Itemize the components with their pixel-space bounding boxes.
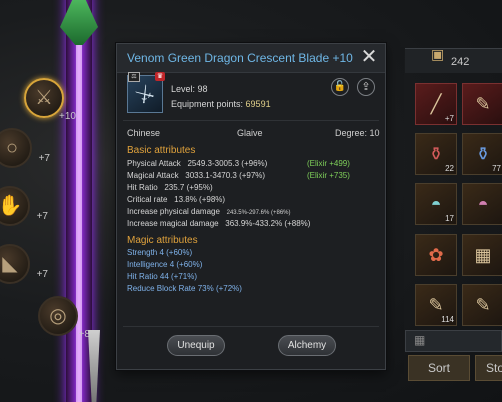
divider (123, 120, 379, 121)
inventory-cell[interactable]: ✎ (462, 284, 502, 326)
helmet-icon: ◓ (477, 193, 489, 214)
divider (123, 326, 379, 327)
boot-icon: ◣ (2, 253, 18, 275)
inventory-cell[interactable]: ⚱ 22 (415, 133, 457, 175)
attr-value: 243.5%-297.6% (+86%) (226, 210, 291, 216)
bag-icon: ▣ (431, 46, 445, 62)
attr-critical-rate: Critical rate 13.8% (+98%) (127, 195, 225, 204)
equipment-slot-glove[interactable]: ✋ +7 (0, 186, 48, 226)
scroll-icon: ✎ (428, 294, 444, 315)
inventory-cell[interactable]: ✎ (462, 83, 502, 125)
lock-icon[interactable]: 🔓 (331, 78, 349, 96)
inventory-cell[interactable]: ◓ (462, 183, 502, 225)
item-type: Glaive (237, 128, 263, 138)
attr-label: Physical Attack (127, 159, 181, 168)
attr-label: Magical Attack (127, 171, 179, 180)
cell-count: 17 (445, 214, 454, 223)
item-degree: Degree: 10 (335, 128, 380, 138)
item-race: Chinese (127, 128, 161, 138)
attr-value: 363.9%-433.2% (+88%) (225, 219, 311, 228)
sort-button[interactable]: Sort (408, 355, 470, 381)
attr-value: 2549.3-3005.3 (+96%) (187, 159, 268, 168)
attr-label: Increase magical damage (127, 219, 219, 228)
scroll-icon: ✎ (475, 93, 491, 114)
elixir-magical: (Elixir +735) (307, 171, 350, 180)
inventory-count: 242 (451, 56, 470, 68)
magic-attributes-title: Magic attributes (127, 235, 198, 246)
close-icon[interactable]: ✕ (359, 47, 379, 67)
magic-attr-reduce-block-rate: Reduce Block Rate 73% (+72%) (127, 284, 242, 293)
glaive-core (76, 0, 82, 402)
equipment-points-value: 69591 (245, 99, 271, 109)
equipment-slot-ring2[interactable]: ◎ +8 (38, 296, 90, 340)
dialog-title: Venom Green Dragon Crescent Blade +10 (127, 51, 353, 65)
equipment-slot-ring[interactable]: ○ +7 (0, 128, 50, 168)
alchemy-button[interactable]: Alchemy (278, 335, 336, 356)
spear-icon: ╱ (430, 93, 442, 114)
helmet-icon: ◓ (430, 193, 442, 214)
lotus-icon: ✿ (428, 244, 444, 265)
equipment-slot-weapon[interactable]: ⚔ +10 (24, 78, 76, 122)
inventory-cell[interactable]: ✎ 114 (415, 284, 457, 326)
ring-icon: ◎ (49, 305, 67, 327)
attr-value: 3033.1-3470.3 (+97%) (185, 171, 266, 180)
item-detail-dialog: Venom Green Dragon Crescent Blade +10 ✕ … (116, 43, 386, 370)
inventory-cell[interactable]: ╱ +7 (415, 83, 457, 125)
attr-increase-magical-damage: Increase magical damage 363.9%-433.2% (+… (127, 219, 310, 228)
attr-magical-attack: Magical Attack 3033.1-3470.3 (+97%) (127, 171, 265, 180)
magic-attr-strength: Strength 4 (+60%) (127, 248, 193, 257)
equipment-points: Equipment points: 69591 (171, 99, 271, 109)
potion-icon: ⚱ (475, 143, 491, 164)
slot-level: +7 (38, 153, 50, 164)
inventory-cell[interactable]: ▦ (462, 234, 502, 276)
attr-physical-attack: Physical Attack 2549.3-3005.3 (+96%) (127, 159, 267, 168)
box-icon: ▦ (474, 244, 492, 265)
attr-hit-ratio: Hit Ratio 235.7 (+95%) (127, 183, 213, 192)
ring-icon: ○ (5, 137, 19, 159)
glaive-icon: ⚔ (131, 80, 159, 109)
basic-attributes-title: Basic attributes (127, 145, 196, 156)
scroll-icon: ✎ (475, 294, 491, 315)
cell-count: 22 (445, 164, 454, 173)
equipment-slot-boot[interactable]: ◣ +7 (0, 244, 48, 284)
inventory-cell[interactable]: ✿ (415, 234, 457, 276)
sword-icon: ⚔ (35, 87, 53, 109)
equipment-points-label: Equipment points: (171, 99, 246, 109)
game-scene: ⚔ +10 ○ +7 ✋ +7 ◣ +7 ◎ +8 ▣ 242 ╱ +7 ✎ ⚱… (0, 0, 502, 402)
attr-label: Critical rate (127, 195, 168, 204)
magic-attr-hit-ratio: Hit Ratio 44 (+71%) (127, 272, 198, 281)
magic-attr-intelligence: Intelligence 4 (+60%) (127, 260, 203, 269)
attr-label: Hit Ratio (127, 183, 158, 192)
dialog-header: Venom Green Dragon Crescent Blade +10 ✕ (117, 44, 385, 73)
cell-count: 77 (492, 164, 501, 173)
slot-level: +7 (36, 211, 48, 222)
glove-icon: ✋ (0, 195, 23, 217)
slot-level: +10 (59, 111, 76, 122)
inventory-cell[interactable]: ◓ 17 (415, 183, 457, 225)
cell-count: 114 (441, 315, 454, 324)
attr-value: 235.7 (+95%) (164, 183, 213, 192)
unequip-button[interactable]: Unequip (167, 335, 225, 356)
share-icon[interactable]: ⇪ (357, 78, 375, 96)
attr-increase-physical-damage: Increase physical damage 243.5%-297.6% (… (127, 207, 291, 216)
equipped-badge-icon: ♛ (155, 72, 165, 81)
item-level: Level: 98 (171, 84, 208, 94)
attr-value: 13.8% (+98%) (174, 195, 226, 204)
potion-icon: ⚱ (428, 143, 444, 164)
store-button[interactable]: Sto (475, 355, 502, 381)
cell-count: +7 (444, 114, 454, 123)
slot-level: +7 (36, 269, 48, 280)
grid-icon: ▦ (414, 333, 426, 347)
elixir-physical: (Elixir +499) (307, 159, 350, 168)
inventory-cell[interactable]: ⚱ 77 (462, 133, 502, 175)
attr-label: Increase physical damage (127, 207, 220, 216)
slot-level: +8 (78, 329, 90, 340)
scale-badge-icon: ⚖ (128, 72, 140, 82)
